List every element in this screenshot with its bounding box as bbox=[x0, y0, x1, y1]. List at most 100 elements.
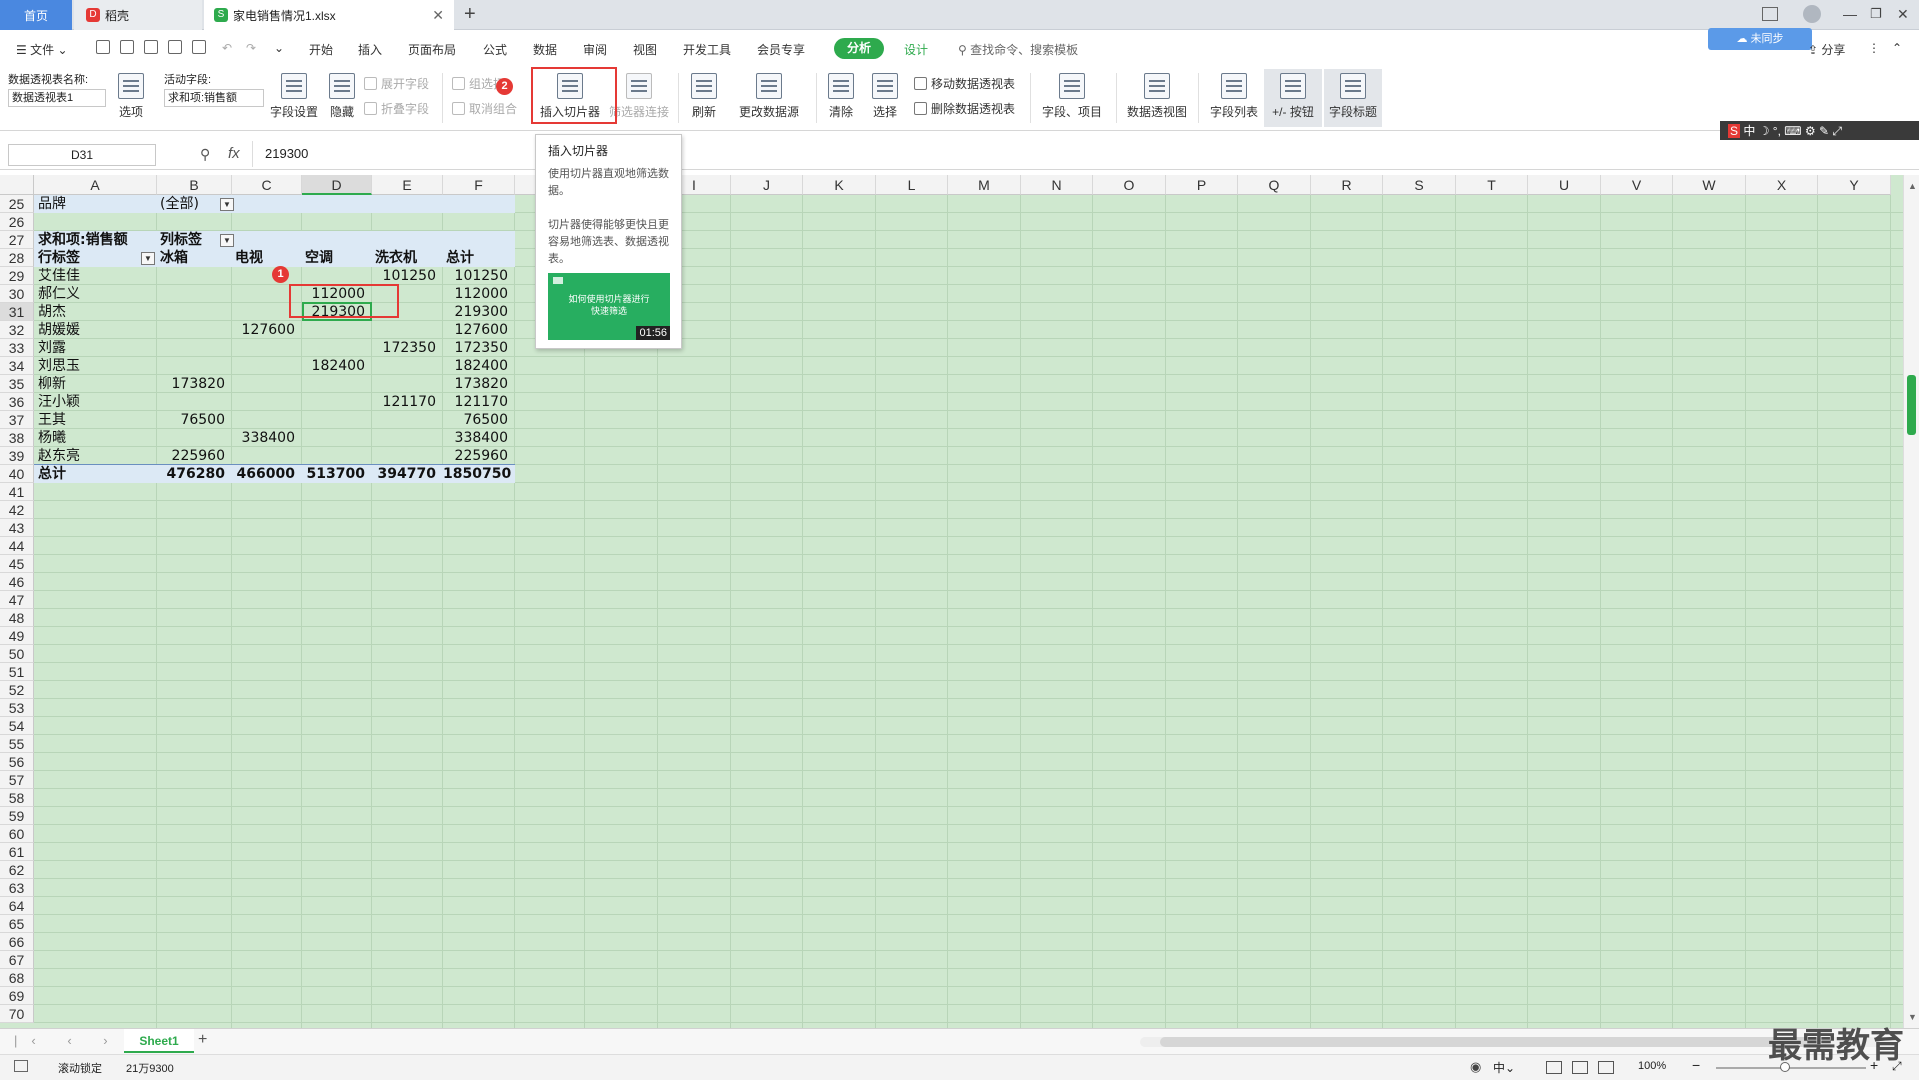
page-layout-view-icon[interactable] bbox=[1572, 1061, 1588, 1074]
add-sheet-button[interactable]: + bbox=[198, 1031, 207, 1049]
menu-data[interactable]: 数据 bbox=[533, 41, 557, 58]
column-header-b[interactable]: B bbox=[157, 175, 232, 195]
field-headers-button[interactable]: 字段标题 bbox=[1324, 69, 1382, 127]
function-icon[interactable]: fx bbox=[228, 145, 240, 162]
row-header-26[interactable]: 26 bbox=[0, 213, 34, 231]
row-header-59[interactable]: 59 bbox=[0, 807, 34, 825]
row-header-58[interactable]: 58 bbox=[0, 789, 34, 807]
field-settings-button[interactable]: 字段设置 bbox=[268, 69, 320, 127]
tab-daoke[interactable]: D 稻壳 bbox=[74, 0, 202, 30]
tab-file[interactable]: S 家电销售情况1.xlsx ✕ bbox=[204, 0, 454, 30]
column-header-c[interactable]: C bbox=[232, 175, 302, 195]
zoom-level[interactable]: 100% bbox=[1638, 1060, 1666, 1072]
macro-icon[interactable] bbox=[14, 1060, 28, 1072]
redo-icon[interactable]: ↷ bbox=[246, 41, 256, 55]
row-header-32[interactable]: 32 bbox=[0, 321, 34, 339]
ime-status[interactable]: 中⌄ bbox=[1493, 1059, 1515, 1076]
close-icon[interactable]: ✕ bbox=[432, 7, 444, 24]
row-header-65[interactable]: 65 bbox=[0, 915, 34, 933]
menu-view[interactable]: 视图 bbox=[633, 41, 657, 58]
normal-view-icon[interactable] bbox=[1546, 1061, 1562, 1074]
column-header-y[interactable]: Y bbox=[1818, 175, 1891, 195]
window-list-icon[interactable] bbox=[1762, 7, 1778, 21]
column-header-p[interactable]: P bbox=[1166, 175, 1238, 195]
column-header-s[interactable]: S bbox=[1383, 175, 1456, 195]
row-header-30[interactable]: 30 bbox=[0, 285, 34, 303]
tab-analyze[interactable]: 分析 bbox=[834, 38, 884, 59]
menu-formula[interactable]: 公式 bbox=[483, 41, 507, 58]
column-header-o[interactable]: O bbox=[1093, 175, 1166, 195]
formula-input[interactable]: 219300 bbox=[252, 141, 1910, 167]
restore-icon[interactable]: ❐ bbox=[1870, 6, 1882, 22]
column-header-j[interactable]: J bbox=[731, 175, 803, 195]
command-search[interactable]: ⚲ 查找命令、搜索模板 bbox=[958, 41, 1078, 58]
row-header-37[interactable]: 37 bbox=[0, 411, 34, 429]
row-header-61[interactable]: 61 bbox=[0, 843, 34, 861]
share-button[interactable]: ⇪ 分享 bbox=[1808, 41, 1845, 58]
collapse-field-button[interactable]: 折叠字段 bbox=[364, 100, 429, 117]
refresh-button[interactable]: 刷新 bbox=[686, 69, 722, 127]
scroll-up-icon[interactable]: ▲ bbox=[1908, 181, 1917, 191]
menu-member[interactable]: 会员专享 bbox=[757, 41, 805, 58]
row-header-55[interactable]: 55 bbox=[0, 735, 34, 753]
name-box[interactable]: D31 bbox=[8, 144, 156, 166]
hide-button[interactable]: 隐藏 bbox=[326, 69, 358, 127]
menu-developer[interactable]: 开发工具 bbox=[683, 41, 731, 58]
more-icon[interactable]: ⌄ bbox=[274, 41, 284, 55]
column-header-a[interactable]: A bbox=[34, 175, 157, 195]
row-header-49[interactable]: 49 bbox=[0, 627, 34, 645]
menu-insert[interactable]: 插入 bbox=[358, 41, 382, 58]
save-icon[interactable] bbox=[120, 40, 134, 54]
delete-pivot-button[interactable]: 删除数据透视表 bbox=[914, 100, 1015, 117]
row-header-28[interactable]: 28 bbox=[0, 249, 34, 267]
scroll-down-icon[interactable]: ▼ bbox=[1908, 1012, 1917, 1022]
row-header-51[interactable]: 51 bbox=[0, 663, 34, 681]
row-header-69[interactable]: 69 bbox=[0, 987, 34, 1005]
column-header-k[interactable]: K bbox=[803, 175, 876, 195]
row-header-62[interactable]: 62 bbox=[0, 861, 34, 879]
plus-minus-button[interactable]: +/- 按钮 bbox=[1264, 69, 1322, 127]
column-header-d[interactable]: D bbox=[302, 175, 372, 195]
tab-design[interactable]: 设计 bbox=[904, 41, 928, 58]
avatar[interactable] bbox=[1803, 5, 1821, 23]
row-header-63[interactable]: 63 bbox=[0, 879, 34, 897]
row-header-56[interactable]: 56 bbox=[0, 753, 34, 771]
file-menu[interactable]: ☰ 文件 ⌄ bbox=[16, 41, 68, 58]
pivot-name-input[interactable]: 数据透视表1 bbox=[8, 89, 106, 107]
more-options-icon[interactable]: ⋮ bbox=[1868, 41, 1880, 55]
new-tab-button[interactable]: + bbox=[464, 3, 476, 26]
row-header-70[interactable]: 70 bbox=[0, 1005, 34, 1023]
row-header-54[interactable]: 54 bbox=[0, 717, 34, 735]
row-header-64[interactable]: 64 bbox=[0, 897, 34, 915]
row-header-25[interactable]: 25 bbox=[0, 195, 34, 213]
new-icon[interactable] bbox=[96, 40, 110, 54]
row-header-50[interactable]: 50 bbox=[0, 645, 34, 663]
print-preview-icon[interactable] bbox=[192, 40, 206, 54]
undo-icon[interactable]: ↶ bbox=[222, 41, 232, 55]
column-header-t[interactable]: T bbox=[1456, 175, 1528, 195]
select-all-corner[interactable] bbox=[0, 175, 34, 195]
row-header-52[interactable]: 52 bbox=[0, 681, 34, 699]
row-header-29[interactable]: 29 bbox=[0, 267, 34, 285]
row-header-33[interactable]: 33 bbox=[0, 339, 34, 357]
move-pivot-button[interactable]: 移动数据透视表 bbox=[914, 75, 1015, 92]
select-button[interactable]: 选择 bbox=[866, 69, 904, 127]
pivot-chart-button[interactable]: 数据透视图 bbox=[1124, 69, 1190, 127]
zoom-formula-icon[interactable]: ⚲ bbox=[200, 146, 210, 163]
row-header-67[interactable]: 67 bbox=[0, 951, 34, 969]
sheet-grid[interactable]: ABCDEFGHIJKLMNOPQRSTUVWXY 25262728293031… bbox=[0, 175, 1903, 1028]
fields-items-button[interactable]: 字段、项目 bbox=[1036, 69, 1108, 127]
row-header-57[interactable]: 57 bbox=[0, 771, 34, 789]
scroll-thumb[interactable] bbox=[1907, 375, 1916, 435]
row-header-42[interactable]: 42 bbox=[0, 501, 34, 519]
row-header-48[interactable]: 48 bbox=[0, 609, 34, 627]
column-header-u[interactable]: U bbox=[1528, 175, 1601, 195]
collapse-ribbon-icon[interactable]: ⌃ bbox=[1892, 41, 1902, 55]
column-header-q[interactable]: Q bbox=[1238, 175, 1311, 195]
sync-status[interactable]: ☁ 未同步 bbox=[1708, 28, 1812, 50]
zoom-slider[interactable] bbox=[1716, 1067, 1866, 1069]
row-header-43[interactable]: 43 bbox=[0, 519, 34, 537]
ungroup-button[interactable]: 取消组合 bbox=[452, 100, 517, 117]
column-header-v[interactable]: V bbox=[1601, 175, 1673, 195]
column-label-dropdown-button[interactable]: ▼ bbox=[220, 234, 234, 247]
